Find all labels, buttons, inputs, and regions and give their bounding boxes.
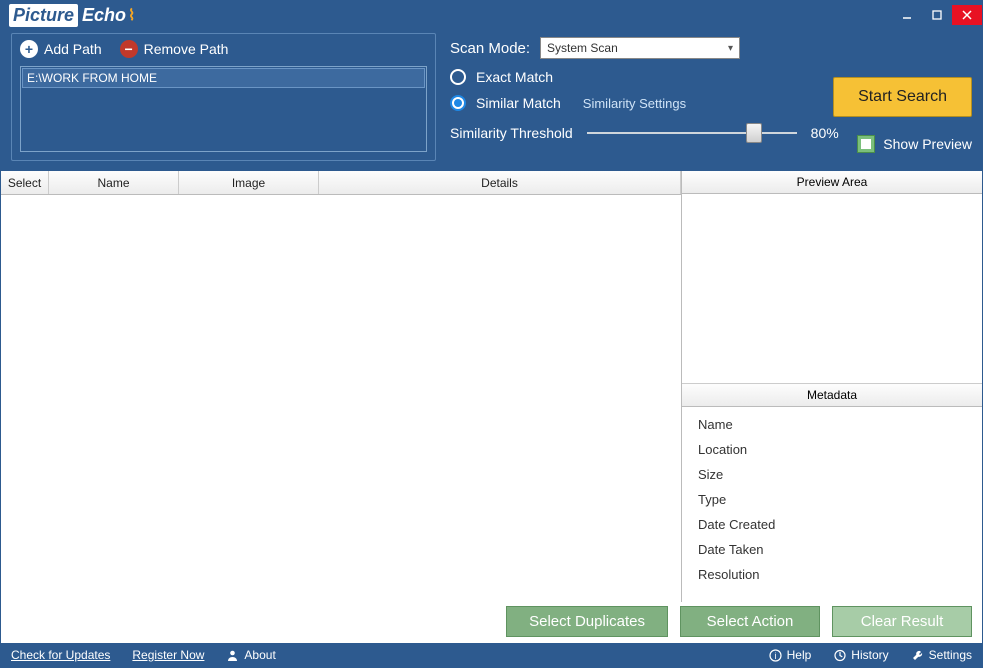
meta-size: Size (698, 467, 966, 482)
close-button[interactable] (952, 5, 982, 25)
action-bar: Select Duplicates Select Action Clear Re… (1, 602, 982, 643)
similar-match-label: Similar Match (476, 95, 561, 111)
path-panel: + Add Path − Remove Path E:\WORK FROM HO… (11, 33, 436, 161)
col-select[interactable]: Select (1, 171, 49, 194)
meta-type: Type (698, 492, 966, 507)
wrench-icon (911, 649, 924, 662)
register-link[interactable]: Register Now (132, 648, 204, 662)
similar-match-radio[interactable] (450, 95, 466, 111)
metadata-header: Metadata (682, 384, 982, 407)
info-icon: i (769, 649, 782, 662)
remove-path-button[interactable]: − Remove Path (120, 40, 229, 58)
meta-resolution: Resolution (698, 567, 966, 582)
wifi-icon: ⌇ (128, 6, 135, 24)
add-path-label: Add Path (44, 41, 102, 57)
about-link[interactable]: About (226, 648, 275, 662)
plus-icon: + (20, 40, 38, 58)
app-window: PictureEcho⌇ + Add Path − Remove Path E:… (0, 0, 983, 668)
start-search-button[interactable]: Start Search (833, 77, 972, 117)
path-item[interactable]: E:\WORK FROM HOME (22, 68, 425, 88)
exact-match-label: Exact Match (476, 69, 553, 85)
show-preview-checkbox[interactable]: Show Preview (857, 135, 972, 153)
minus-icon: − (120, 40, 138, 58)
scan-mode-label: Scan Mode: (450, 40, 530, 57)
scan-panel: Scan Mode: System Scan ▾ Exact Match Sim… (450, 33, 972, 161)
select-action-button[interactable]: Select Action (680, 606, 820, 637)
main-content: Select Name Image Details Preview Area M… (1, 169, 982, 602)
chevron-down-icon: ▾ (728, 43, 733, 54)
results-panel: Select Name Image Details (1, 171, 682, 602)
window-controls (892, 5, 982, 25)
header-panel: + Add Path − Remove Path E:\WORK FROM HO… (1, 29, 982, 169)
history-icon (833, 649, 846, 662)
meta-date-taken: Date Taken (698, 542, 966, 557)
threshold-label: Similarity Threshold (450, 125, 573, 141)
exact-match-radio[interactable] (450, 69, 466, 85)
svg-text:i: i (774, 651, 776, 661)
col-image[interactable]: Image (179, 171, 319, 194)
meta-name: Name (698, 417, 966, 432)
checkbox-icon (857, 135, 875, 153)
preview-body (682, 194, 982, 384)
column-headers: Select Name Image Details (1, 171, 681, 195)
help-link[interactable]: i Help (769, 648, 812, 662)
titlebar: PictureEcho⌇ (1, 1, 982, 29)
threshold-value: 80% (811, 125, 839, 141)
statusbar: Check for Updates Register Now About i H… (1, 643, 982, 667)
add-path-button[interactable]: + Add Path (20, 40, 102, 58)
check-updates-link[interactable]: Check for Updates (11, 648, 110, 662)
minimize-button[interactable] (892, 5, 922, 25)
meta-date-created: Date Created (698, 517, 966, 532)
scan-mode-dropdown[interactable]: System Scan ▾ (540, 37, 740, 59)
person-icon (226, 649, 239, 662)
select-duplicates-button[interactable]: Select Duplicates (506, 606, 668, 637)
meta-location: Location (698, 442, 966, 457)
preview-header: Preview Area (682, 171, 982, 194)
clear-result-button[interactable]: Clear Result (832, 606, 972, 637)
maximize-button[interactable] (922, 5, 952, 25)
metadata-list: Name Location Size Type Date Created Dat… (682, 407, 982, 602)
remove-path-label: Remove Path (144, 41, 229, 57)
path-list[interactable]: E:\WORK FROM HOME (20, 66, 427, 152)
similarity-settings-link[interactable]: Similarity Settings (583, 96, 686, 111)
results-body (1, 195, 681, 602)
col-details[interactable]: Details (319, 171, 681, 194)
history-link[interactable]: History (833, 648, 888, 662)
app-logo: PictureEcho⌇ (9, 4, 135, 27)
threshold-slider[interactable] (587, 126, 797, 140)
settings-link[interactable]: Settings (911, 648, 972, 662)
preview-panel: Preview Area Metadata Name Location Size… (682, 171, 982, 602)
col-name[interactable]: Name (49, 171, 179, 194)
